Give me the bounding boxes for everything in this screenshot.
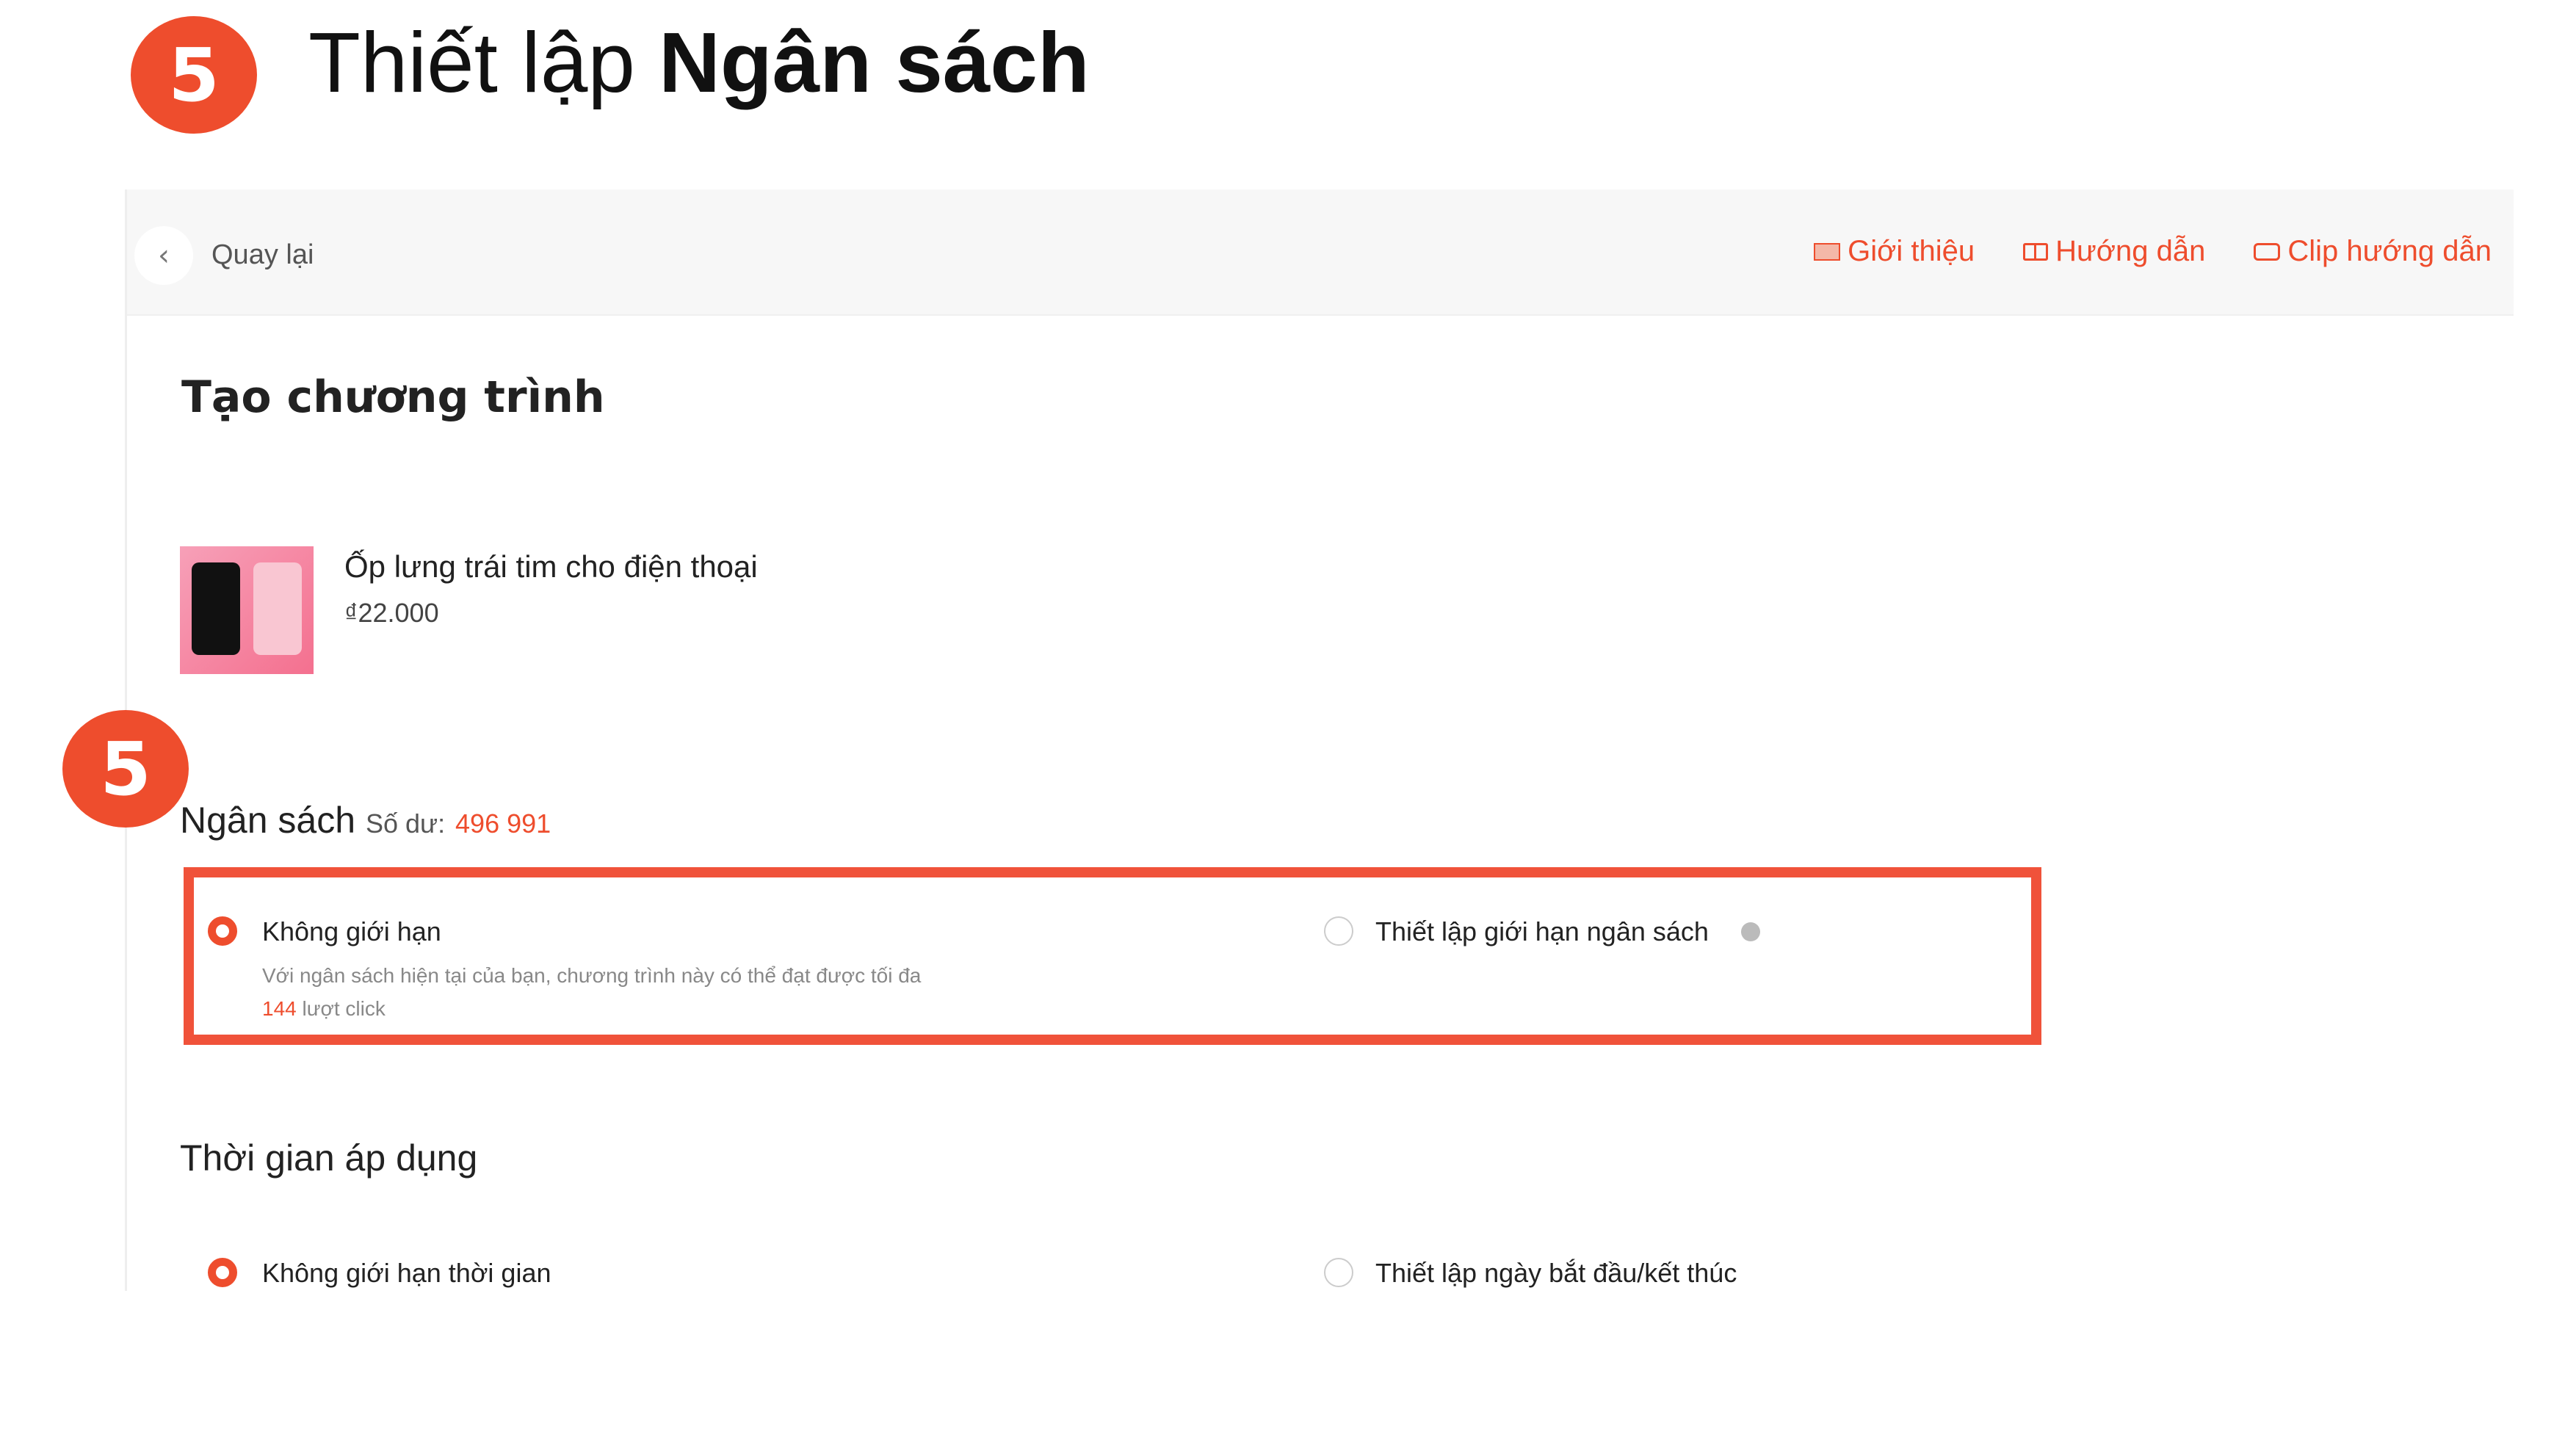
product-price: ₫22.000 bbox=[344, 598, 439, 628]
back-label[interactable]: Quay lại bbox=[211, 239, 314, 271]
phone-case-pink bbox=[253, 562, 302, 655]
top-bar: ‹ Quay lại Giới thiệu Hướng dẫn Clip hướ… bbox=[127, 189, 2514, 316]
chevron-left-icon: ‹ bbox=[158, 239, 170, 272]
video-guide-link-label: Clip hướng dẫn bbox=[2287, 235, 2492, 267]
guide-link-label: Hướng dẫn bbox=[2055, 235, 2206, 267]
help-links: Giới thiệu Hướng dẫn Clip hướng dẫn bbox=[1814, 235, 2492, 268]
intro-link[interactable]: Giới thiệu bbox=[1814, 235, 1975, 268]
page-title: Tạo chương trình bbox=[181, 372, 605, 423]
video-guide-link[interactable]: Clip hướng dẫn bbox=[2254, 235, 2492, 268]
tutorial-title-prefix: Thiết lập bbox=[308, 15, 635, 110]
guide-link[interactable]: Hướng dẫn bbox=[2023, 235, 2205, 268]
intro-link-label: Giới thiệu bbox=[1848, 235, 1975, 267]
video-icon bbox=[2254, 242, 2281, 261]
balance-value: 496 991 bbox=[455, 808, 551, 839]
budget-title: Ngân sách bbox=[180, 800, 356, 841]
highlight-box bbox=[184, 867, 2041, 1045]
phone-case-black bbox=[192, 562, 240, 655]
budget-heading: Ngân sách Số dư: 496 991 bbox=[180, 799, 551, 841]
product-image bbox=[180, 546, 314, 674]
time-unlimited-label[interactable]: Không giới hạn thời gian bbox=[262, 1258, 551, 1289]
tutorial-title-bold: Ngân sách bbox=[659, 15, 1090, 110]
time-heading: Thời gian áp dụng bbox=[180, 1137, 478, 1179]
back-button[interactable]: ‹ bbox=[134, 226, 193, 285]
time-range-label[interactable]: Thiết lập ngày bắt đầu/kết thúc bbox=[1375, 1258, 1737, 1289]
app-frame: ‹ Quay lại Giới thiệu Hướng dẫn Clip hướ… bbox=[62, 189, 2514, 1291]
tutorial-title: Thiết lập Ngân sách bbox=[308, 13, 1090, 112]
step-badge-inline: 5 bbox=[62, 710, 189, 828]
intro-icon bbox=[1814, 242, 1841, 261]
product-name: Ốp lưng trái tim cho điện thoại bbox=[344, 549, 758, 584]
step-badge: 5 bbox=[131, 16, 257, 134]
book-icon bbox=[2023, 242, 2049, 261]
time-range-radio[interactable] bbox=[1324, 1258, 1353, 1287]
time-unlimited-radio[interactable] bbox=[208, 1258, 237, 1287]
balance-label: Số dư: bbox=[365, 808, 446, 839]
